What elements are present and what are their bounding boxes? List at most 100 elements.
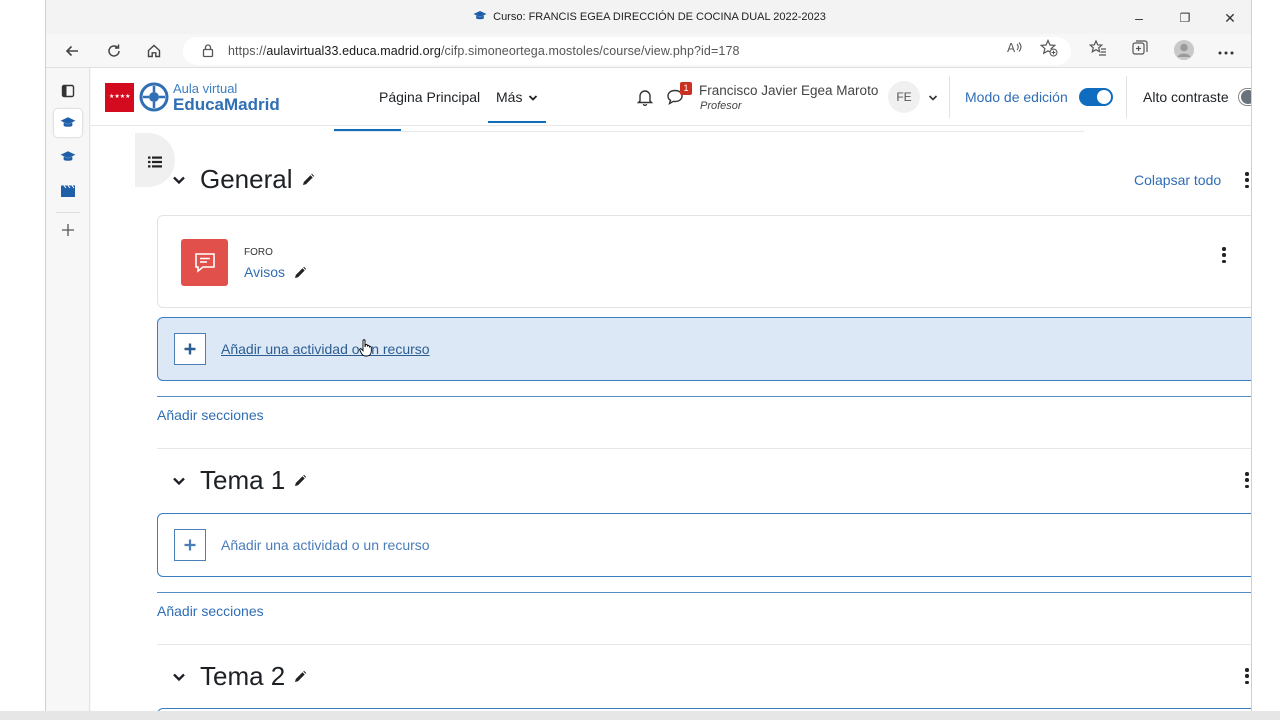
address-bar-row: https://aulavirtual33.educa.madrid.org/c… [46,34,1251,68]
nav-home-link[interactable]: Página Principal [379,89,480,105]
plus-icon [174,529,206,561]
add-activity-label: Añadir una actividad o un recurso [221,341,430,357]
browser-window: Curso: FRANCIS EGEA DIRECCIÓN DE COCINA … [45,0,1252,711]
brand-line2: EducaMadrid [173,94,280,114]
home-button[interactable] [139,39,169,63]
title-bar: Curso: FRANCIS EGEA DIRECCIÓN DE COCINA … [46,0,1251,34]
user-avatar[interactable]: FE [888,81,920,113]
graduation-cap-icon [473,10,487,25]
toggle-knob [1241,90,1251,104]
pencil-icon[interactable] [293,670,307,684]
back-button[interactable] [57,39,87,63]
desktop-left-edge [0,0,45,720]
plus-icon [62,224,74,236]
sidebar-divider [56,212,80,213]
high-contrast-toggle[interactable] [1238,88,1251,106]
svg-text:A: A [1007,41,1016,55]
tab-actions-button[interactable] [54,77,82,105]
graduation-cap-icon [60,117,76,127]
activity-type: FORO [244,247,273,258]
chevron-down-icon[interactable] [171,672,187,682]
chevron-down-icon [928,95,938,101]
section-title[interactable]: General [200,164,293,195]
toggle-knob [1097,90,1111,104]
collapse-all-link[interactable]: Colapsar todo [1134,172,1221,188]
add-activity-button[interactable]: Añadir una actividad o un recurso [157,317,1251,381]
read-aloud-icon[interactable]: A [1006,39,1024,60]
edge-sidebar [46,68,90,711]
graduation-cap-icon [60,151,76,161]
brand-line1: Aula virtual [173,80,238,96]
add-activity-button-partial[interactable] [157,708,1251,711]
clapperboard-icon [61,185,75,197]
hand-cursor-icon [359,339,373,362]
window-title-text: Curso: FRANCIS EGEA DIRECCIÓN DE COCINA … [493,11,826,23]
pencil-icon[interactable] [293,474,307,488]
back-arrow-icon [65,45,78,57]
favorites-icon[interactable] [1088,39,1107,62]
add-activity-label: Añadir una actividad o un recurso [221,537,430,553]
message-count-badge: 1 [680,82,692,95]
refresh-button[interactable] [99,39,129,63]
section-header-tema-1: Tema 1 [171,465,307,496]
section-separator [157,448,1251,449]
moodle-page: ★★★★ Aula virtual EducaMadrid Página Pri… [91,68,1251,711]
add-activity-button[interactable]: Añadir una actividad o un recurso [157,513,1251,577]
sidebar-tab-educamadrid-1[interactable] [54,109,82,137]
section-divider [157,592,1251,593]
pencil-icon[interactable] [301,173,315,187]
tabs-icon [61,84,75,98]
pencil-icon[interactable] [293,266,307,280]
notifications-button[interactable] [636,88,654,111]
navbar-divider [949,76,950,118]
section-title[interactable]: Tema 2 [200,661,285,692]
user-role: Profesor [700,100,742,112]
more-options-icon[interactable] [1218,43,1234,61]
desktop-bottom-edge [0,711,1280,720]
nav-more-menu[interactable]: Más [488,89,547,123]
sidebar-tab-educamadrid-2[interactable] [54,143,82,171]
url-field[interactable]: https://aulavirtual33.educa.madrid.org/c… [183,37,1071,65]
secondary-nav-border [334,131,1084,132]
plus-icon [174,333,206,365]
section-divider [157,396,1251,397]
edit-mode-toggle[interactable] [1079,88,1113,106]
chevron-down-icon [529,95,538,101]
activity-menu-kebab-icon[interactable] [1219,247,1229,263]
restore-button[interactable]: ❐ [1162,6,1208,30]
chevron-down-icon[interactable] [171,476,187,486]
user-menu-chevron[interactable] [928,89,938,107]
sidebar-add-button[interactable] [54,216,82,244]
list-icon [148,156,162,168]
section-separator [157,644,1251,645]
educamadrid-logo[interactable]: ★★★★ Aula virtual EducaMadrid [105,81,280,113]
desktop-right-edge [1252,0,1280,720]
edit-mode-label: Modo de edición [965,89,1068,105]
add-sections-link[interactable]: Añadir secciones [157,407,264,423]
high-contrast-label: Alto contraste [1143,89,1229,105]
section-menu-kebab-icon[interactable] [1242,172,1251,188]
activity-name-link[interactable]: Avisos [244,264,285,280]
home-icon [147,44,161,58]
course-index-button[interactable] [137,136,173,188]
add-sections-link[interactable]: Añadir secciones [157,603,264,619]
collections-icon[interactable] [1131,39,1149,62]
profile-avatar-icon[interactable] [1173,39,1195,66]
section-title[interactable]: Tema 1 [200,465,285,496]
user-fullname[interactable]: Francisco Javier Egea Maroto [699,83,878,98]
navbar-divider [1126,76,1127,118]
sidebar-tab-video[interactable] [54,177,82,205]
section-menu-kebab-icon[interactable] [1242,668,1251,684]
minimize-button[interactable]: – [1116,6,1162,30]
window-title: Curso: FRANCIS EGEA DIRECCIÓN DE COCINA … [46,10,1251,25]
section-header-general: General [171,164,315,195]
section-menu-kebab-icon[interactable] [1242,472,1251,488]
activity-card-forum: FORO Avisos [157,215,1251,308]
url-text: https://aulavirtual33.educa.madrid.org/c… [228,44,740,58]
chevron-down-icon[interactable] [171,175,187,185]
forum-icon[interactable] [181,239,228,286]
add-favorite-icon[interactable] [1039,39,1058,62]
aula-virtual-logo-icon [139,82,169,112]
close-button[interactable]: ✕ [1207,6,1251,30]
refresh-icon [108,44,120,57]
